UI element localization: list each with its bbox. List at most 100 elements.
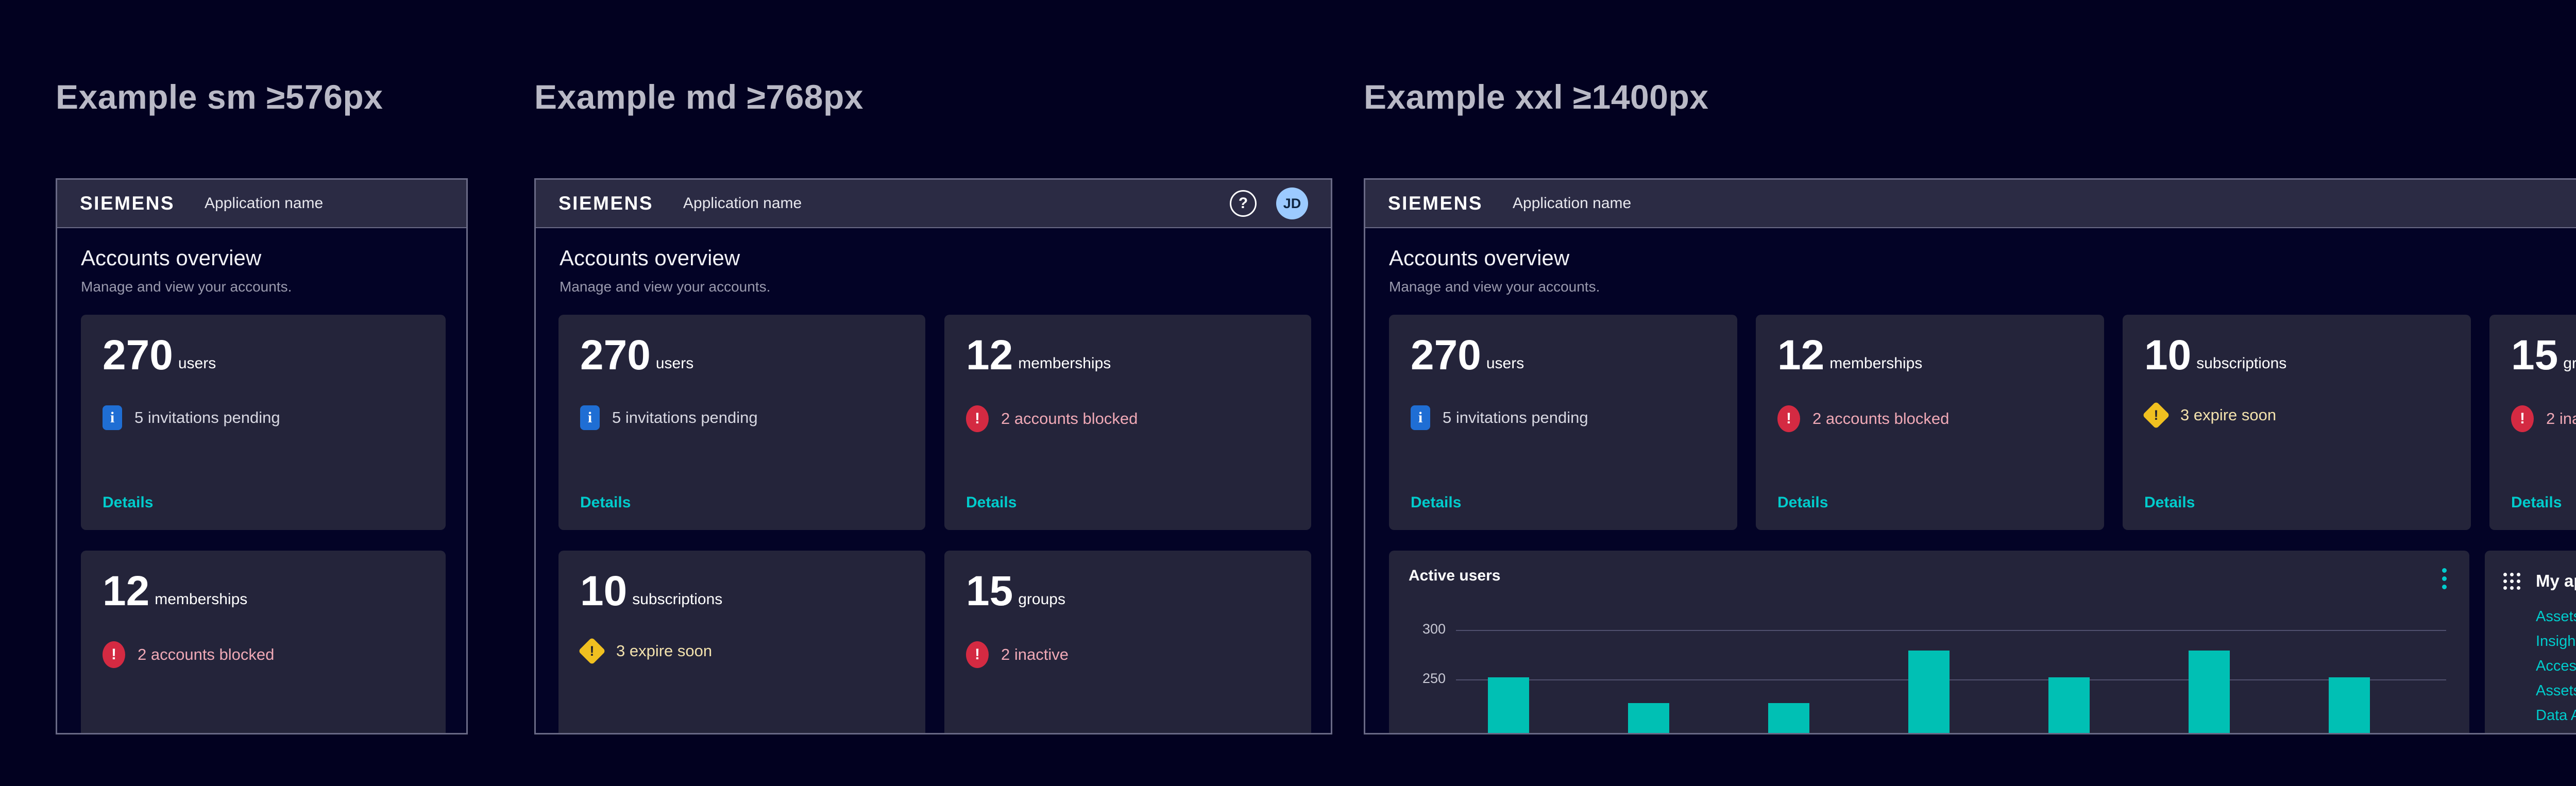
app-link[interactable]: Data App› [2536, 703, 2576, 728]
error-icon: ! [966, 641, 989, 668]
info-icon: i [580, 405, 600, 430]
breakpoint-title-sm: Example sm ≥576px [56, 77, 383, 116]
example-panel-md: SIEMENS Application name ? JD Accounts o… [534, 178, 1332, 734]
stat-card-memberships: 12 memberships ! 2 accounts blocked Deta… [1756, 315, 2104, 530]
details-link[interactable]: Details [1777, 494, 1828, 511]
error-icon: ! [103, 641, 125, 668]
y-axis-label: 250 [1389, 671, 1446, 687]
app-link[interactable]: Insights› [2536, 629, 2576, 654]
app-link-label: Insights [2536, 629, 2576, 654]
stat-value: 15 [966, 571, 1013, 611]
app-link[interactable]: Access key› [2536, 654, 2576, 678]
stat-headline: 270 users [1411, 335, 1524, 375]
chart-title: Active users [1409, 567, 1500, 585]
y-axis-label: 300 [1389, 621, 1446, 637]
status-text: 3 expire soon [2180, 406, 2276, 424]
stat-headline: 12 memberships [103, 571, 247, 611]
info-icon: i [103, 405, 122, 430]
stat-unit: memberships [1829, 355, 1922, 375]
page-subtitle: Manage and view your accounts. [1389, 279, 1600, 295]
stat-value: 12 [966, 335, 1013, 375]
stat-value: 270 [103, 335, 173, 375]
info-icon: i [1411, 405, 1430, 430]
stat-headline: 12 memberships [1777, 335, 1922, 375]
status-row: ! 2 accounts blocked [966, 405, 1138, 432]
stat-headline: 10 subscriptions [580, 571, 722, 611]
stat-card-memberships: 12 memberships ! 2 accounts blocked [81, 551, 446, 734]
chart-bar [2189, 651, 2230, 734]
page-subtitle: Manage and view your accounts. [81, 279, 292, 295]
error-icon: ! [1777, 405, 1800, 432]
app-header: SIEMENS Application name ? JD [536, 180, 1331, 228]
stat-unit: groups [1018, 591, 1065, 611]
siemens-logo: SIEMENS [80, 193, 175, 214]
error-icon: ! [2511, 405, 2534, 432]
app-header: SIEMENS Application name ? JD [1365, 180, 2576, 228]
stat-unit: memberships [1018, 355, 1111, 375]
example-panel-sm: SIEMENS Application name Accounts overvi… [56, 178, 468, 734]
stat-headline: 270 users [580, 335, 693, 375]
status-row: ! 3 expire soon [2144, 405, 2276, 425]
details-link[interactable]: Details [2511, 494, 2562, 511]
stat-value: 15 [2511, 335, 2558, 375]
app-link[interactable]: Assets flow› [2536, 604, 2576, 629]
stat-headline: 12 memberships [966, 335, 1111, 375]
application-name: Application name [1513, 195, 1631, 212]
help-icon[interactable]: ? [1230, 190, 1257, 217]
my-apps-header: My apps [2503, 571, 2576, 591]
status-text: 3 expire soon [616, 642, 712, 660]
status-row: ! 2 accounts blocked [1777, 405, 1949, 432]
status-text: 2 inactive [1001, 645, 1069, 664]
avatar[interactable]: JD [1276, 187, 1308, 219]
application-name: Application name [205, 195, 323, 212]
status-row: ! 3 expire soon [580, 641, 712, 661]
stat-card-subscriptions: 10 subscriptions ! 3 expire soon [558, 551, 925, 734]
status-row: ! 2 inactive [2511, 405, 2576, 432]
app-link-label: Access key [2536, 654, 2576, 678]
chart-bar [1488, 677, 1529, 734]
error-icon: ! [966, 405, 989, 432]
stat-headline: 270 users [103, 335, 216, 375]
app-link-label: Assets App [2536, 678, 2576, 703]
chart-bar [2048, 677, 2090, 734]
page-title: Accounts overview [1389, 246, 1569, 270]
status-text: 2 inactive [2546, 409, 2576, 428]
stat-card-subscriptions: 10 subscriptions ! 3 expire soon Details [2123, 315, 2471, 530]
stat-card-groups: 15 groups ! 2 inactive [944, 551, 1311, 734]
chart-bar [1628, 703, 1669, 734]
my-apps-list: Assets flow›Insights›Access key›Assets A… [2536, 604, 2576, 728]
stat-card-groups: 15 groups ! 2 inactive Details [2489, 315, 2576, 530]
my-apps-card: My apps Assets flow›Insights›Access key›… [2485, 551, 2576, 734]
stat-headline: 15 groups [966, 571, 1065, 611]
details-link[interactable]: Details [2144, 494, 2195, 511]
page-title: Accounts overview [560, 246, 740, 270]
application-name: Application name [683, 195, 802, 212]
details-link[interactable]: Details [103, 494, 153, 511]
app-link-label: Data App [2536, 703, 2576, 728]
stat-unit: subscriptions [632, 591, 722, 611]
status-text: 2 accounts blocked [1001, 409, 1138, 428]
breakpoint-title-xxl: Example xxl ≥1400px [1364, 77, 1708, 116]
stat-value: 10 [2144, 335, 2191, 375]
chart-bar [1768, 703, 1809, 734]
details-link[interactable]: Details [1411, 494, 1461, 511]
status-row: i 5 invitations pending [580, 405, 758, 430]
app-link[interactable]: Assets App› [2536, 678, 2576, 703]
stat-value: 10 [580, 571, 627, 611]
app-header: SIEMENS Application name [57, 180, 466, 228]
page-subtitle: Manage and view your accounts. [560, 279, 770, 295]
status-text: 5 invitations pending [612, 408, 758, 427]
chart-bar [1908, 651, 1950, 734]
status-row: i 5 invitations pending [103, 405, 280, 430]
kebab-menu-icon[interactable] [2442, 568, 2447, 593]
my-apps-title: My apps [2536, 571, 2576, 591]
stat-value: 270 [1411, 335, 1481, 375]
chart-bar [2329, 677, 2370, 734]
siemens-logo: SIEMENS [558, 193, 653, 214]
stat-headline: 15 groups [2511, 335, 2576, 375]
details-link[interactable]: Details [966, 494, 1016, 511]
stat-unit: memberships [155, 591, 247, 611]
details-link[interactable]: Details [580, 494, 631, 511]
stat-card-memberships: 12 memberships ! 2 accounts blocked Deta… [944, 315, 1311, 530]
stat-unit: users [656, 355, 693, 375]
